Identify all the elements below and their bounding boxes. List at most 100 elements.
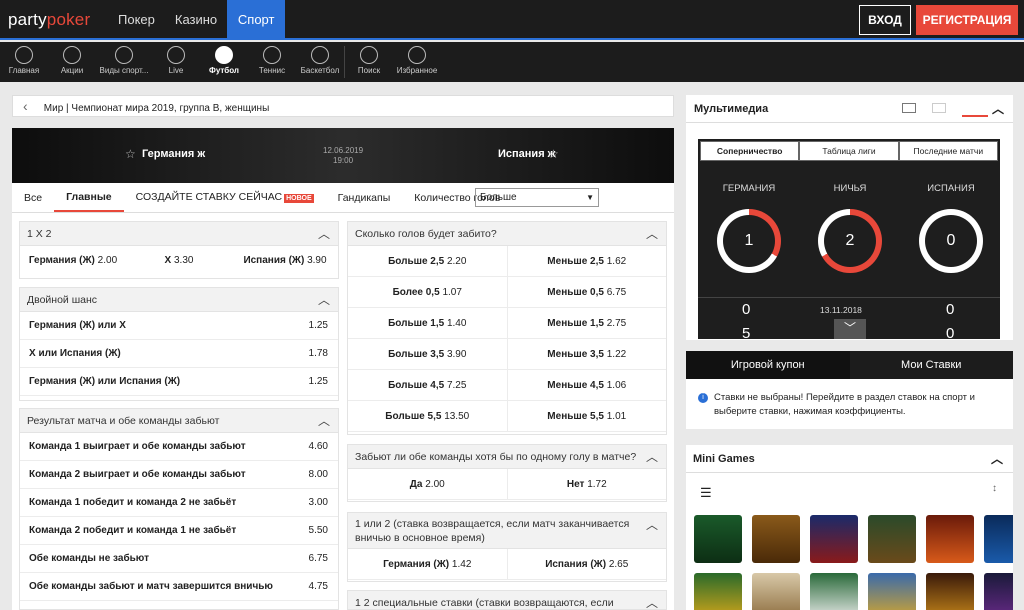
odds-no[interactable]: Нет 1.72 xyxy=(508,469,667,499)
odds-draw[interactable]: X 3.30 xyxy=(126,246,232,276)
video-icon[interactable] xyxy=(902,103,916,113)
tab-rivalry[interactable]: Соперничество xyxy=(700,141,800,161)
nav-casino[interactable]: Казино xyxy=(165,0,227,40)
sports-nav-live[interactable]: Live xyxy=(152,42,200,82)
odds-away[interactable]: Испания (Ж) 3.90 xyxy=(232,246,338,276)
top-bar: partypoker Покер Казино Спорт ВХОД РЕГИС… xyxy=(0,0,1024,40)
ring-hole: 1 xyxy=(723,215,775,267)
sports-nav: Главная Акции Виды спорт... Live Футбол … xyxy=(0,42,1024,82)
odds-away[interactable]: Испания (Ж) 2.65 xyxy=(508,549,667,579)
stats-icon[interactable] xyxy=(962,99,988,117)
game-tile[interactable] xyxy=(984,515,1013,563)
nav-poker[interactable]: Покер xyxy=(108,0,165,40)
market-both-score: Забьют ли обе команды хотя бы по одному … xyxy=(347,444,667,502)
market-header[interactable]: Двойной шанс ︿ xyxy=(20,288,338,312)
odds-row[interactable]: Команда 1 победит и команда 2 не забьёт 3… xyxy=(20,489,338,517)
odds-under[interactable]: Меньше 4,5 1.06 xyxy=(508,370,667,400)
odds-under[interactable]: Меньше 5,5 1.01 xyxy=(508,401,667,431)
market-header[interactable]: 1 2 специальные ставки (ставки возвращаю… xyxy=(348,591,666,609)
market-header[interactable]: Сколько голов будет забито? ︿ xyxy=(348,222,666,246)
breadcrumb: ‹ Мир | Чемпионат мира 2019, группа B, ж… xyxy=(12,95,674,117)
game-tile[interactable] xyxy=(810,573,858,610)
mini-games: Mini Games ︿ ☰ ↕ xyxy=(686,445,1013,610)
game-tile[interactable] xyxy=(926,573,974,610)
live-icon xyxy=(167,46,185,64)
odds-under[interactable]: Меньше 1,5 2.75 xyxy=(508,308,667,338)
market-total-goals: Сколько голов будет забито? ︿ Больше 2,5 … xyxy=(347,221,667,435)
odds-row[interactable]: Обе команды не забьют 6.75 xyxy=(20,545,338,573)
sports-nav-promos[interactable]: Акции xyxy=(48,42,96,82)
chevron-up-icon[interactable]: ︿ xyxy=(992,95,1004,123)
market-header[interactable]: 1 X 2 ︿ xyxy=(20,222,338,246)
odds-row[interactable]: X или Испания (Ж) 1.78 xyxy=(20,340,338,368)
star-icon xyxy=(408,46,426,64)
odds-row[interactable]: Команда 2 победит и команда 1 не забьёт 5… xyxy=(20,517,338,545)
odds-over[interactable]: Больше 2,5 2.20 xyxy=(348,246,508,276)
breadcrumb-text[interactable]: Мир | Чемпионат мира 2019, группа B, жен… xyxy=(44,103,269,114)
tab-my-bets[interactable]: Мои Ставки xyxy=(850,351,1014,379)
game-tile[interactable] xyxy=(868,515,916,563)
info-icon: i xyxy=(698,393,708,403)
odds-under[interactable]: Меньше 3,5 1.22 xyxy=(508,339,667,369)
search-icon xyxy=(360,46,378,64)
odds-row[interactable]: Германия (Ж) или Испания (Ж) 1.25 xyxy=(20,368,338,396)
market-header[interactable]: Результат матча и обе команды забьют ︿ xyxy=(20,409,338,433)
tab-last-matches[interactable]: Последние матчи xyxy=(898,141,998,161)
sports-nav-basketball[interactable]: Баскетбол xyxy=(296,42,344,82)
odds-row[interactable]: Команда 1 выиграет и обе команды забьют 4… xyxy=(20,433,338,461)
tab-create-bet[interactable]: СОЗДАЙТЕ СТАВКУ СЕЙЧАС НОВОЕ xyxy=(124,182,326,214)
odds-row[interactable]: Команда 2 выиграет и обе команды забьют 8… xyxy=(20,461,338,489)
tab-main[interactable]: Главные xyxy=(54,184,124,212)
game-tile[interactable] xyxy=(810,515,858,563)
tab-all[interactable]: Все xyxy=(12,183,54,213)
star-icon[interactable]: ☆ xyxy=(548,147,559,161)
game-tile[interactable] xyxy=(694,573,742,610)
odds-over[interactable]: Более 0,5 1.07 xyxy=(348,277,508,307)
odds-under[interactable]: Меньше 0,5 6.75 xyxy=(508,277,667,307)
tab-league-table[interactable]: Таблица лиги xyxy=(799,141,899,161)
sports-nav-sports[interactable]: Виды спорт... xyxy=(96,42,152,82)
odds-home[interactable]: Германия (Ж) 1.42 xyxy=(348,549,508,579)
goals-select[interactable]: Больше ▼ xyxy=(475,188,599,207)
tab-handicaps[interactable]: Гандикапы xyxy=(326,183,403,213)
sort-icon[interactable]: ↕ xyxy=(992,483,997,494)
odds-row[interactable]: Германия (Ж) или X 1.25 xyxy=(20,312,338,340)
ring-hole: 2 xyxy=(824,215,876,267)
register-button[interactable]: РЕГИСТРАЦИЯ xyxy=(916,5,1018,35)
odds-over[interactable]: Больше 3,5 3.90 xyxy=(348,339,508,369)
sports-nav-tennis[interactable]: Теннис xyxy=(248,42,296,82)
odds-over[interactable]: Больше 1,5 1.40 xyxy=(348,308,508,338)
odds-over[interactable]: Больше 5,5 13.50 xyxy=(348,401,508,431)
mini-games-header[interactable]: Mini Games ︿ xyxy=(686,445,1013,473)
odds-over[interactable]: Больше 4,5 7.25 xyxy=(348,370,508,400)
home-icon xyxy=(15,46,33,64)
odds-under[interactable]: Меньше 2,5 1.62 xyxy=(508,246,667,276)
ring-draw: 2 xyxy=(818,209,882,273)
market-header[interactable]: Забьют ли обе команды хотя бы по одному … xyxy=(348,445,666,469)
field-icon[interactable] xyxy=(932,103,946,113)
tab-bet-slip[interactable]: Игровой купон xyxy=(686,351,850,379)
expand-chevron-icon[interactable]: ﹀ xyxy=(834,319,866,339)
odds-yes[interactable]: Да 2.00 xyxy=(348,469,508,499)
menu-icon[interactable]: ☰ xyxy=(700,485,712,501)
market-1x2: 1 X 2 ︿ Германия (Ж) 2.00 X 3.30 Испания … xyxy=(19,221,339,279)
game-tile[interactable] xyxy=(752,515,800,563)
sports-nav-search[interactable]: Поиск xyxy=(345,42,393,82)
game-tile[interactable] xyxy=(752,573,800,610)
game-tile[interactable] xyxy=(926,515,974,563)
login-button[interactable]: ВХОД xyxy=(859,5,911,35)
game-tile[interactable] xyxy=(694,515,742,563)
odds-home[interactable]: Германия (Ж) 2.00 xyxy=(20,246,126,276)
back-chevron-icon[interactable]: ‹ xyxy=(23,96,41,116)
sports-nav-football[interactable]: Футбол xyxy=(200,42,248,82)
star-icon[interactable]: ☆ xyxy=(125,147,136,161)
market-header[interactable]: 1 или 2 (ставка возвращается, если матч … xyxy=(348,513,666,549)
sports-nav-favorites[interactable]: Избранное xyxy=(393,42,441,82)
game-tile[interactable] xyxy=(868,573,916,610)
game-tile[interactable] xyxy=(984,573,1013,610)
odds-row[interactable]: Обе команды забьют и матч завершится вни… xyxy=(20,573,338,601)
logo[interactable]: partypoker xyxy=(8,10,90,30)
sports-nav-home[interactable]: Главная xyxy=(0,42,48,82)
nav-sport[interactable]: Спорт xyxy=(227,0,286,40)
panel-title: Мультимедиа xyxy=(694,103,769,115)
